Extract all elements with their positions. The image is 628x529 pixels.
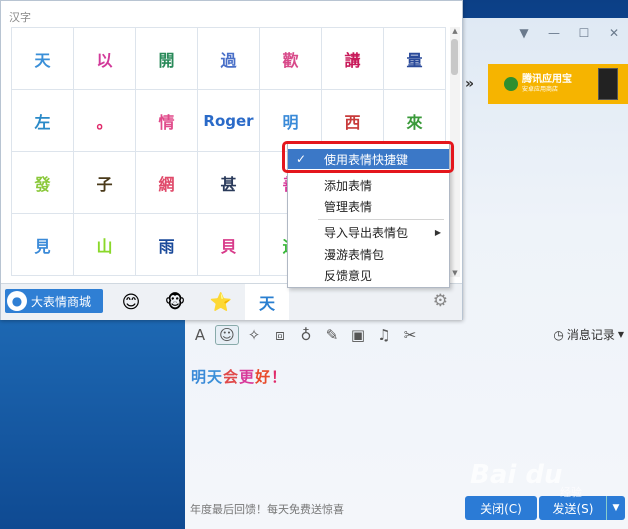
screenshot-icon[interactable]: ⧈ xyxy=(269,326,291,344)
ad-banner[interactable]: 腾讯应用宝 安卓应用商店 xyxy=(488,64,628,104)
tab-smiley[interactable]: 😊 xyxy=(109,284,153,320)
chevron-down-icon: ▼ xyxy=(617,330,624,339)
store-label: 大表情商城 xyxy=(31,294,92,309)
emoticon-cell[interactable]: 量 xyxy=(384,28,446,90)
message-log-button[interactable]: ◷ 消息记录 ▼ xyxy=(553,326,624,343)
menu-item-add-emoticon[interactable]: 添加表情 xyxy=(288,175,449,195)
emoticon-cell[interactable]: 網 xyxy=(136,152,198,214)
emoticon-cell[interactable]: 開 xyxy=(136,28,198,90)
menu-item-import-export[interactable]: 导入导出表情包 ▶ xyxy=(288,222,449,242)
emoticon-cell[interactable]: 天 xyxy=(12,28,74,90)
emoticon-cell[interactable]: 甚 xyxy=(198,152,260,214)
emoji-icon[interactable]: ☺ xyxy=(215,325,239,345)
send-button[interactable]: 发送(S) ▼ xyxy=(539,496,625,520)
menu-item-roaming-packs[interactable]: 漫游表情包 xyxy=(288,244,449,264)
image-icon[interactable]: ▣ xyxy=(347,326,369,344)
message-char: ！ xyxy=(271,368,288,386)
message-char: 更 xyxy=(239,368,256,386)
baidu-watermark-sub: 经验 xyxy=(560,486,582,499)
app-store-logo-icon xyxy=(504,77,518,91)
send-label: 发送(S) xyxy=(552,501,594,516)
message-input[interactable]: 明天会更好！ xyxy=(191,366,287,387)
emoticon-cell[interactable]: 見 xyxy=(12,214,74,276)
message-char: 好 xyxy=(255,368,272,386)
phone-icon xyxy=(598,68,618,100)
maximize-icon[interactable]: ☐ xyxy=(576,26,592,40)
submenu-arrow-icon: ▶ xyxy=(434,227,441,237)
emoticon-cell[interactable]: 子 xyxy=(74,152,136,214)
penguin-icon: ● xyxy=(7,291,27,311)
emoticon-cell[interactable]: 過 xyxy=(198,28,260,90)
clock-icon: ◷ xyxy=(553,327,564,342)
close-button[interactable]: 关闭(C) xyxy=(465,496,537,520)
panel-title: 汉字 xyxy=(9,11,31,24)
gear-icon[interactable]: ⚙ xyxy=(433,291,448,311)
voice-icon[interactable]: ♁ xyxy=(295,326,317,344)
edit-icon[interactable]: ✎ xyxy=(321,326,343,344)
send-options-icon[interactable]: ▼ xyxy=(606,496,625,520)
emoticon-cell[interactable]: 貝 xyxy=(198,214,260,276)
scroll-down-icon[interactable]: ▼ xyxy=(450,269,460,277)
emoticon-cell[interactable]: 雨 xyxy=(136,214,198,276)
ad-subtitle: 安卓应用商店 xyxy=(522,86,559,93)
close-icon[interactable]: ✕ xyxy=(606,26,622,40)
font-icon[interactable]: A xyxy=(189,326,211,344)
emoticon-cell[interactable]: 以 xyxy=(74,28,136,90)
emoticon-cell[interactable]: 講 xyxy=(322,28,384,90)
emoticon-cell[interactable]: 情 xyxy=(136,90,198,152)
scissors-icon[interactable]: ✂ xyxy=(399,326,421,344)
dropdown-icon[interactable]: ▼ xyxy=(516,26,532,40)
tab-star[interactable]: ⭐ xyxy=(199,284,243,320)
message-char: 明 xyxy=(191,368,208,386)
message-char: 会 xyxy=(223,368,240,386)
window-controls: ▼ — ☐ ✕ xyxy=(516,26,622,40)
emoticon-cell[interactable]: 山 xyxy=(74,214,136,276)
promo-text[interactable]: 年度最后回馈！每天免费送惊喜 xyxy=(190,501,344,517)
emoticon-cell[interactable]: 。 xyxy=(74,90,136,152)
menu-item-manage-emoticons[interactable]: 管理表情 xyxy=(288,196,449,216)
emoticon-cell[interactable]: Roger xyxy=(198,90,260,152)
baidu-watermark: Bai du xyxy=(470,460,563,490)
emoticon-cell[interactable]: 發 xyxy=(12,152,74,214)
message-log-label: 消息记录 xyxy=(566,328,615,342)
ad-title: 腾讯应用宝 xyxy=(522,74,572,85)
music-icon[interactable]: ♫ xyxy=(373,326,395,344)
sticker-store-button[interactable]: ● 大表情商城 xyxy=(5,289,103,313)
message-char: 天 xyxy=(207,368,224,386)
minimize-icon[interactable]: — xyxy=(546,26,562,40)
expand-arrow-icon[interactable]: » xyxy=(465,76,474,92)
highlight-annotation xyxy=(282,141,454,173)
menu-separator xyxy=(318,219,444,220)
tab-monkey[interactable]: 🐵 xyxy=(153,284,197,320)
emoji-tab-bar: ● 大表情商城 😊 🐵 ⭐ 天 ⚙ xyxy=(1,283,462,320)
tab-text[interactable]: 天 xyxy=(245,284,289,320)
emoticon-cell[interactable]: 左 xyxy=(12,90,74,152)
emoticon-cell[interactable]: 歡 xyxy=(260,28,322,90)
scroll-thumb[interactable] xyxy=(451,39,458,75)
shake-icon[interactable]: ✧ xyxy=(243,326,265,344)
menu-item-feedback[interactable]: 反馈意见 xyxy=(288,265,449,285)
scroll-up-icon[interactable]: ▲ xyxy=(450,27,460,35)
